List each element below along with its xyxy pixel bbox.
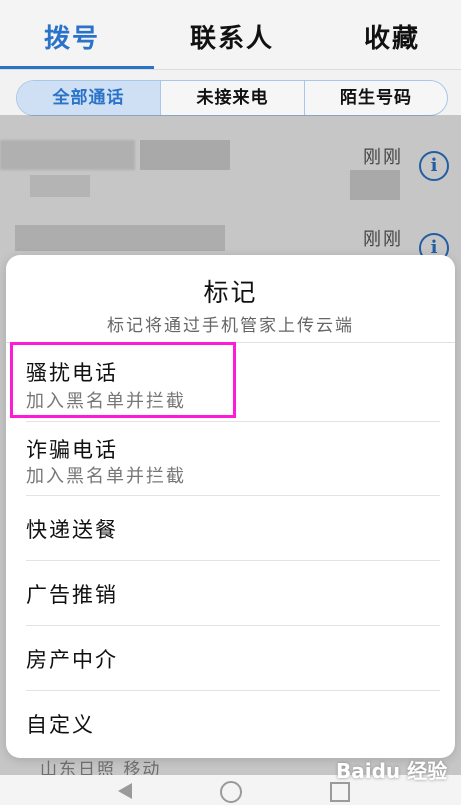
filter-all-calls[interactable]: 全部通话 <box>17 81 160 115</box>
filter-unknown-numbers[interactable]: 陌生号码 <box>305 81 447 115</box>
option-label: 自定义 <box>26 713 95 737</box>
sheet-title: 标记 <box>203 278 258 307</box>
option-fraud-call[interactable]: 诈骗电话 加入黑名单并拦截 <box>6 422 455 494</box>
watermark: Baidu 经验 <box>336 759 448 783</box>
tab-favorites[interactable]: 收藏 <box>364 18 420 55</box>
option-label: 快递送餐 <box>26 518 118 542</box>
tab-divider <box>0 69 461 70</box>
highlight-box <box>10 342 236 418</box>
option-real-estate-agent[interactable]: 房产中介 <box>6 626 455 690</box>
recent-apps-icon[interactable] <box>330 782 350 802</box>
home-icon[interactable] <box>220 781 242 803</box>
call-filter-segmented-control: 全部通话 未接来电 陌生号码 <box>16 80 448 116</box>
option-label: 广告推销 <box>26 583 118 607</box>
filter-missed-calls[interactable]: 未接来电 <box>161 81 304 115</box>
option-delivery[interactable]: 快递送餐 <box>6 496 455 560</box>
option-label: 诈骗电话 <box>26 438 118 462</box>
tab-dialer[interactable]: 拨号 <box>44 18 100 55</box>
option-description: 加入黑名单并拦截 <box>26 466 186 487</box>
mark-number-sheet: 标记 标记将通过手机管家上传云端 骚扰电话 加入黑名单并拦截 诈骗电话 加入黑名… <box>6 255 455 758</box>
option-advertising[interactable]: 广告推销 <box>6 561 455 625</box>
top-tab-bar: 拨号 联系人 收藏 <box>0 0 461 70</box>
back-icon[interactable] <box>118 783 132 799</box>
sheet-subtitle: 标记将通过手机管家上传云端 <box>107 316 354 336</box>
tab-contacts[interactable]: 联系人 <box>190 18 274 55</box>
option-label: 房产中介 <box>26 648 118 672</box>
option-custom[interactable]: 自定义 <box>6 691 455 755</box>
